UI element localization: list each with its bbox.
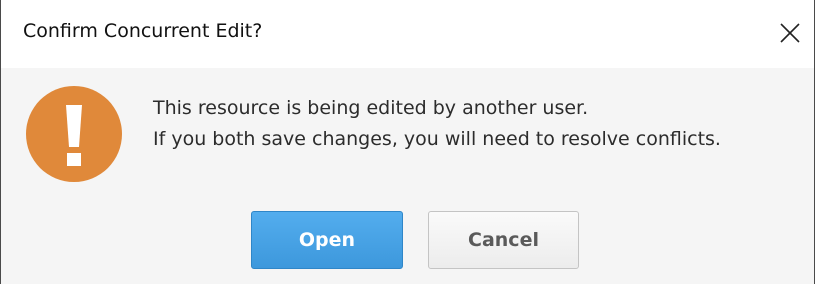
warning-exclamation-icon — [26, 86, 122, 182]
dialog-titlebar: Confirm Concurrent Edit? — [1, 0, 814, 68]
message-line-2: If you both save changes, you will need … — [153, 128, 721, 150]
open-button[interactable]: Open — [251, 211, 403, 269]
close-button[interactable] — [766, 10, 814, 58]
message-line-1: This resource is being edited by another… — [153, 97, 589, 119]
dialog-title: Confirm Concurrent Edit? — [23, 20, 263, 42]
dialog-message: This resource is being edited by another… — [153, 93, 721, 155]
close-icon — [780, 23, 800, 43]
confirm-dialog: Confirm Concurrent Edit? This resource i… — [0, 0, 815, 284]
cancel-button[interactable]: Cancel — [428, 211, 579, 269]
